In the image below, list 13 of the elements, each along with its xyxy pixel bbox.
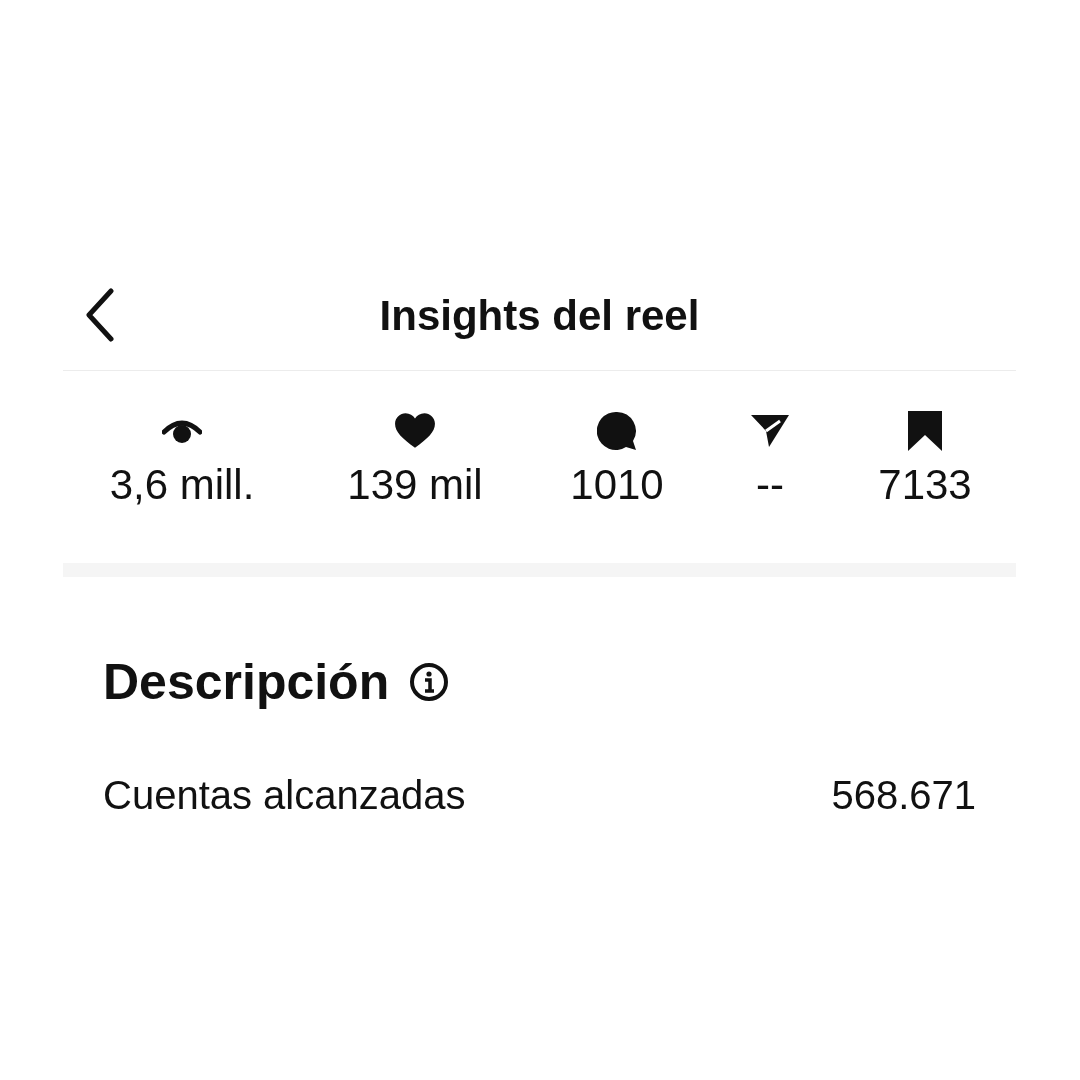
stat-value: 1010 <box>570 461 664 509</box>
bookmark-icon <box>908 411 942 451</box>
stat-value: -- <box>756 461 784 509</box>
info-icon[interactable] <box>409 662 450 702</box>
speech-bubble-icon <box>597 411 637 451</box>
screen-title: Insights del reel <box>379 292 700 340</box>
stat-value: 139 mil <box>347 461 483 509</box>
metric-label: Cuentas alcanzadas <box>103 772 466 819</box>
stat-value: 7133 <box>878 461 972 509</box>
back-icon[interactable] <box>83 288 117 342</box>
section-title: Descripción <box>103 653 390 711</box>
metric-value: 568.671 <box>831 772 976 819</box>
stat-value: 3,6 mill. <box>109 461 255 509</box>
